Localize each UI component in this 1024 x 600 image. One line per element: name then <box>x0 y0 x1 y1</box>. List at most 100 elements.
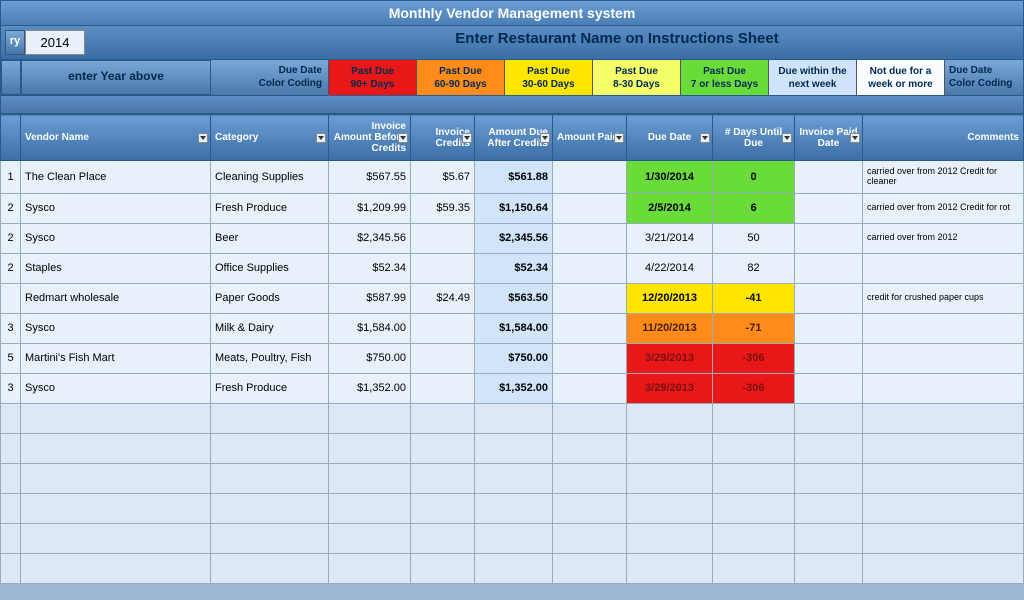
cell[interactable] <box>553 313 627 343</box>
cell[interactable]: $59.35 <box>411 193 475 223</box>
cell-empty[interactable] <box>21 553 211 583</box>
cell-empty[interactable] <box>863 493 1024 523</box>
cell-empty[interactable] <box>211 403 329 433</box>
cell[interactable]: $1,584.00 <box>475 313 553 343</box>
cell[interactable] <box>411 313 475 343</box>
cell[interactable] <box>411 343 475 373</box>
cell[interactable]: 1 <box>1 161 21 194</box>
cell-empty[interactable] <box>553 433 627 463</box>
cell-empty[interactable] <box>329 553 411 583</box>
filter-icon[interactable] <box>540 133 550 143</box>
cell[interactable] <box>553 161 627 194</box>
cell[interactable]: 3/29/2013 <box>627 373 713 403</box>
column-header-9[interactable]: Invoice Paid Date <box>795 115 863 161</box>
cell[interactable]: -306 <box>713 373 795 403</box>
cell[interactable]: $587.99 <box>329 283 411 313</box>
cell[interactable] <box>553 253 627 283</box>
cell-empty[interactable] <box>795 463 863 493</box>
cell-empty[interactable] <box>795 433 863 463</box>
cell[interactable]: Staples <box>21 253 211 283</box>
cell-empty[interactable] <box>713 463 795 493</box>
filter-icon[interactable] <box>462 133 472 143</box>
cell-empty[interactable] <box>627 463 713 493</box>
cell-empty[interactable] <box>627 523 713 553</box>
cell[interactable]: $2,345.56 <box>329 223 411 253</box>
cell-empty[interactable] <box>713 523 795 553</box>
cell[interactable]: 2 <box>1 253 21 283</box>
cell[interactable]: $750.00 <box>329 343 411 373</box>
cell[interactable]: 5 <box>1 343 21 373</box>
cell[interactable]: $52.34 <box>475 253 553 283</box>
cell-empty[interactable] <box>863 463 1024 493</box>
cell-empty[interactable] <box>1 553 21 583</box>
table-row[interactable]: 1The Clean PlaceCleaning Supplies$567.55… <box>1 161 1024 194</box>
cell[interactable] <box>795 223 863 253</box>
column-header-3[interactable]: Invoice Amount Before Credits <box>329 115 411 161</box>
cell[interactable] <box>795 313 863 343</box>
cell-empty[interactable] <box>211 493 329 523</box>
table-row[interactable]: 2SyscoBeer$2,345.56$2,345.563/21/201450c… <box>1 223 1024 253</box>
cell-empty[interactable] <box>627 433 713 463</box>
cell[interactable]: Fresh Produce <box>211 193 329 223</box>
cell-empty[interactable] <box>329 493 411 523</box>
cell[interactable]: 3 <box>1 313 21 343</box>
cell-empty[interactable] <box>713 493 795 523</box>
cell-empty[interactable] <box>211 463 329 493</box>
cell[interactable]: $563.50 <box>475 283 553 313</box>
cell[interactable]: 12/20/2013 <box>627 283 713 313</box>
table-row-empty[interactable] <box>1 553 1024 583</box>
cell-empty[interactable] <box>863 403 1024 433</box>
cell[interactable] <box>863 253 1024 283</box>
cell[interactable]: carried over from 2012 <box>863 223 1024 253</box>
cell-empty[interactable] <box>795 523 863 553</box>
cell-empty[interactable] <box>211 553 329 583</box>
table-row[interactable]: 5Martini's Fish MartMeats, Poultry, Fish… <box>1 343 1024 373</box>
cell[interactable] <box>795 193 863 223</box>
cell[interactable] <box>411 223 475 253</box>
cell[interactable]: Sysco <box>21 373 211 403</box>
cell-empty[interactable] <box>863 553 1024 583</box>
cell-empty[interactable] <box>627 553 713 583</box>
cell[interactable]: $1,352.00 <box>475 373 553 403</box>
cell[interactable]: carried over from 2012 Credit for rot <box>863 193 1024 223</box>
table-row-empty[interactable] <box>1 433 1024 463</box>
cell-empty[interactable] <box>475 523 553 553</box>
cell[interactable]: $2,345.56 <box>475 223 553 253</box>
cell[interactable] <box>553 283 627 313</box>
cell[interactable]: 2 <box>1 223 21 253</box>
cell[interactable]: 3/21/2014 <box>627 223 713 253</box>
cell[interactable] <box>553 193 627 223</box>
cell[interactable] <box>553 373 627 403</box>
cell-empty[interactable] <box>475 403 553 433</box>
column-header-4[interactable]: Invoice Credits <box>411 115 475 161</box>
cell-empty[interactable] <box>1 493 21 523</box>
cell-empty[interactable] <box>1 403 21 433</box>
column-header-7[interactable]: Due Date <box>627 115 713 161</box>
cell-empty[interactable] <box>553 523 627 553</box>
cell[interactable]: Redmart wholesale <box>21 283 211 313</box>
cell[interactable]: The Clean Place <box>21 161 211 194</box>
cell[interactable]: 50 <box>713 223 795 253</box>
cell[interactable]: credit for crushed paper cups <box>863 283 1024 313</box>
column-header-8[interactable]: # Days Until Due <box>713 115 795 161</box>
filter-icon[interactable] <box>850 133 860 143</box>
cell-empty[interactable] <box>795 493 863 523</box>
cell[interactable]: Cleaning Supplies <box>211 161 329 194</box>
cell-empty[interactable] <box>713 553 795 583</box>
cell[interactable]: -41 <box>713 283 795 313</box>
filter-icon[interactable] <box>614 133 624 143</box>
cell-empty[interactable] <box>553 403 627 433</box>
cell-empty[interactable] <box>329 403 411 433</box>
cell[interactable] <box>411 373 475 403</box>
cell-empty[interactable] <box>329 433 411 463</box>
cell[interactable]: $24.49 <box>411 283 475 313</box>
cell[interactable]: 1/30/2014 <box>627 161 713 194</box>
cell[interactable]: Fresh Produce <box>211 373 329 403</box>
cell[interactable]: Sysco <box>21 193 211 223</box>
cell[interactable] <box>863 313 1024 343</box>
cell[interactable]: 82 <box>713 253 795 283</box>
cell[interactable] <box>795 343 863 373</box>
cell[interactable] <box>795 373 863 403</box>
cell-empty[interactable] <box>21 493 211 523</box>
cell-empty[interactable] <box>21 523 211 553</box>
